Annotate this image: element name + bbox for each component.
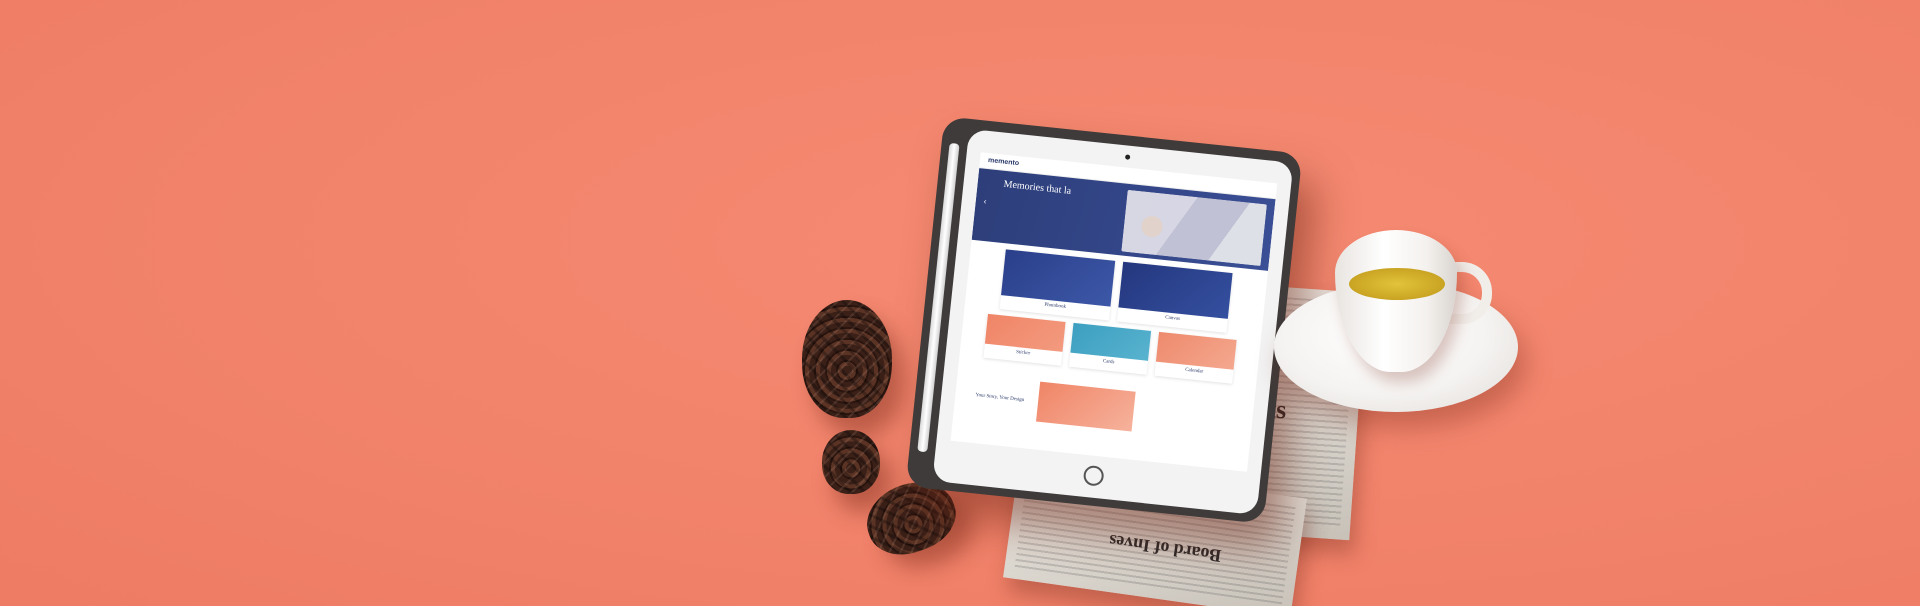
product-image [1070, 322, 1152, 361]
tablet: memento ‹ Memories that la Photobook Can… [932, 128, 1294, 516]
product-card-sticker[interactable]: Sticker [983, 313, 1066, 366]
site-logo[interactable]: memento [988, 157, 1020, 167]
product-image [1001, 249, 1116, 307]
product-card-canvas[interactable]: Canvas [1116, 261, 1233, 333]
story-image [1036, 381, 1136, 432]
tablet-case: memento ‹ Memories that la Photobook Can… [905, 116, 1303, 524]
product-image [1155, 331, 1237, 370]
product-card-calendar[interactable]: Calendar [1154, 331, 1237, 384]
home-button[interactable] [1082, 464, 1105, 487]
product-card-cards[interactable]: Cards [1068, 322, 1152, 375]
hero-photo [1121, 189, 1267, 267]
pine-cone-small [822, 430, 880, 494]
hero-prev-arrow-icon[interactable]: ‹ [983, 197, 987, 206]
pine-cone-large [802, 300, 892, 418]
product-image [1118, 261, 1233, 319]
product-card-photobook[interactable]: Photobook [999, 249, 1116, 321]
nav-links [1245, 187, 1269, 190]
product-image [984, 313, 1066, 352]
tablet-screen: memento ‹ Memories that la Photobook Can… [950, 152, 1278, 472]
camera-icon [1124, 154, 1131, 160]
tea-liquid [1349, 268, 1445, 300]
hero-title: Memories that la [1003, 178, 1072, 197]
story-title: Your Story, Your Design [975, 392, 1025, 403]
